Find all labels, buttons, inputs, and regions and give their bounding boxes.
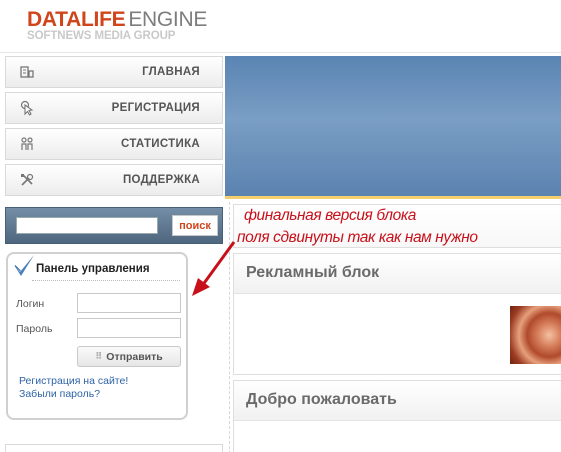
ad-block-header: Рекламный блок <box>234 254 561 294</box>
logo-product: ENGINE <box>128 8 208 31</box>
panel-title-divider <box>32 280 180 281</box>
logo-brand: DATALIFE <box>27 8 126 31</box>
ad-block: Рекламный блок <box>233 253 561 375</box>
search-input[interactable] <box>16 217 158 234</box>
welcome-block: Добро пожаловать <box>233 380 561 452</box>
search-button[interactable]: поиск <box>172 215 218 236</box>
nav-item-home[interactable]: ГЛАВНАЯ <box>5 56 223 88</box>
login-field[interactable] <box>77 293 181 313</box>
nav-label-registration: РЕГИСТРАЦИЯ <box>111 102 200 114</box>
ad-image[interactable] <box>510 306 561 364</box>
logo-title: DATALIFE ENGINE <box>27 9 207 31</box>
checkmark-icon <box>12 254 34 276</box>
register-link[interactable]: Регистрация на сайте! <box>19 375 128 387</box>
main-nav: ГЛАВНАЯ РЕГИСТРАЦИЯ СТАТИСТИКА ПОДДЕРЖКА <box>5 56 223 200</box>
submit-label: Отправить <box>106 350 163 363</box>
header-banner <box>225 56 561 196</box>
nav-item-registration[interactable]: РЕГИСТРАЦИЯ <box>5 92 223 124</box>
welcome-block-title: Добро пожаловать <box>246 391 397 408</box>
nav-item-statistics[interactable]: СТАТИСТИКА <box>5 128 223 160</box>
annotation-line-2: поля сдвинуты так как нам нужно <box>237 229 478 246</box>
panel-title: Панель управления <box>36 263 150 275</box>
welcome-block-header: Добро пожаловать <box>234 381 561 421</box>
header-divider <box>0 52 561 53</box>
nav-item-support[interactable]: ПОДДЕРЖКА <box>5 164 223 196</box>
annotation-line-1: финальная версия блока <box>244 207 417 224</box>
login-label: Логин <box>16 298 45 310</box>
control-panel: Панель управления Логин Пароль ⠿ Отправи… <box>6 252 188 420</box>
users-icon <box>18 135 36 153</box>
password-field[interactable] <box>77 318 181 338</box>
site-logo: DATALIFE ENGINE SOFTNEWS MEDIA GROUP <box>27 9 207 43</box>
logo-tagline: SOFTNEWS MEDIA GROUP <box>27 30 176 42</box>
password-label: Пароль <box>16 323 53 335</box>
home-icon <box>18 63 36 81</box>
tools-icon <box>18 171 36 189</box>
forgot-password-link[interactable]: Забыли пароль? <box>19 388 100 400</box>
annotation-arrow-icon <box>192 241 236 296</box>
nav-label-statistics: СТАТИСТИКА <box>121 138 200 150</box>
cursor-icon <box>18 99 36 117</box>
left-next-block <box>5 444 223 452</box>
button-grip-icon: ⠿ <box>95 351 103 361</box>
banner-accent-line <box>225 196 561 199</box>
nav-label-home: ГЛАВНАЯ <box>142 66 200 78</box>
ad-block-title: Рекламный блок <box>246 264 380 281</box>
submit-button[interactable]: ⠿ Отправить <box>77 346 181 367</box>
nav-label-support: ПОДДЕРЖКА <box>122 174 200 186</box>
